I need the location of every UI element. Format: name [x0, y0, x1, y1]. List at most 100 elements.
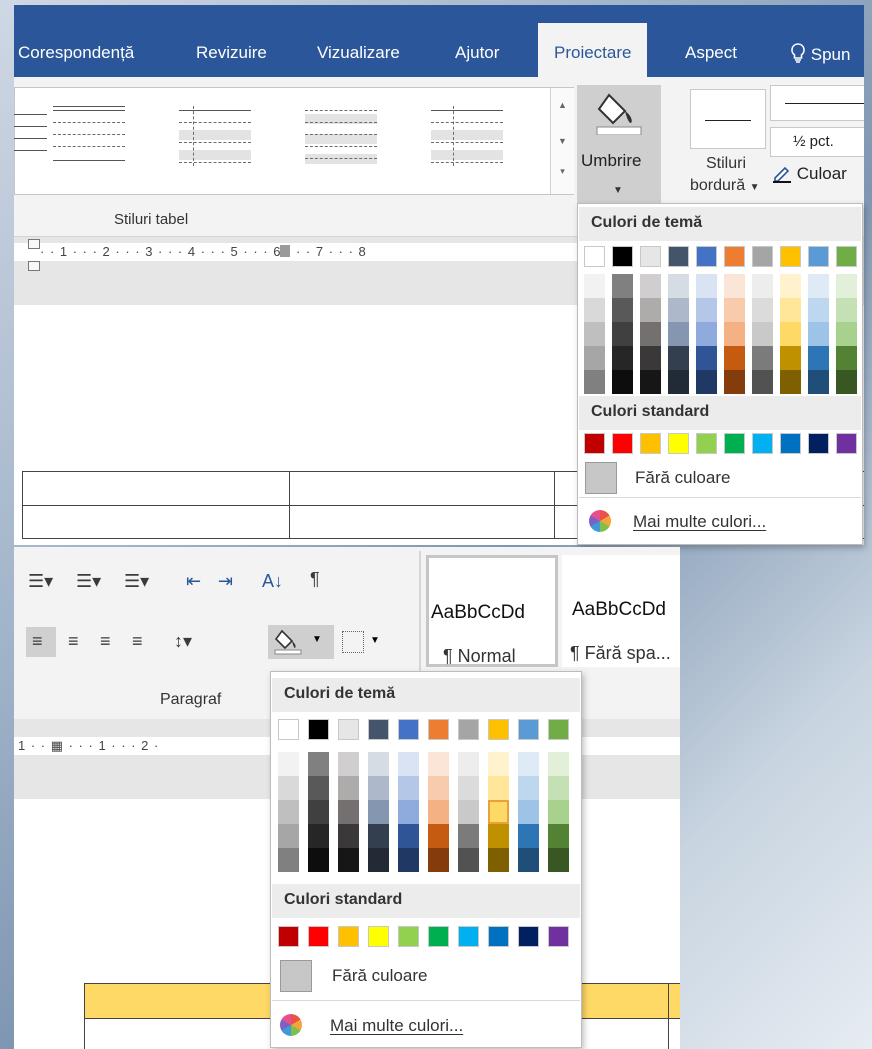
justify-button[interactable]: ≡	[132, 631, 143, 652]
line-spacing-button[interactable]: ↕▾	[174, 631, 192, 652]
table-cell[interactable]	[22, 471, 290, 506]
standard-color-swatch[interactable]	[780, 433, 801, 454]
theme-shade-swatch[interactable]	[584, 298, 605, 322]
theme-shade-swatch[interactable]	[780, 322, 801, 346]
standard-color-swatch[interactable]	[584, 433, 605, 454]
theme-shade-swatch[interactable]	[368, 824, 389, 848]
theme-shade-swatch[interactable]	[808, 370, 829, 394]
theme-shade-swatch[interactable]	[612, 370, 633, 394]
decrease-indent-button[interactable]: ⇤	[186, 571, 201, 592]
theme-shade-swatch[interactable]	[308, 752, 329, 776]
theme-shade-swatch[interactable]	[278, 752, 299, 776]
theme-color-swatch[interactable]	[752, 246, 773, 267]
theme-color-swatch[interactable]	[458, 719, 479, 740]
theme-color-swatch[interactable]	[488, 719, 509, 740]
theme-color-swatch[interactable]	[640, 246, 661, 267]
theme-color-swatch[interactable]	[368, 719, 389, 740]
theme-shade-swatch[interactable]	[668, 370, 689, 394]
tab-view[interactable]: Vizualizare	[317, 43, 400, 63]
theme-shade-swatch[interactable]	[458, 752, 479, 776]
scroll-up-icon[interactable]: ▲	[551, 100, 574, 110]
theme-shade-swatch[interactable]	[488, 824, 509, 848]
theme-color-swatch[interactable]	[696, 246, 717, 267]
theme-color-swatch[interactable]	[836, 246, 857, 267]
theme-shade-swatch[interactable]	[458, 800, 479, 824]
standard-color-swatch[interactable]	[458, 926, 479, 947]
theme-shade-swatch-selected[interactable]	[488, 800, 509, 824]
theme-shade-swatch[interactable]	[308, 800, 329, 824]
theme-shade-swatch[interactable]	[488, 752, 509, 776]
standard-color-swatch[interactable]	[518, 926, 539, 947]
theme-color-swatch[interactable]	[668, 246, 689, 267]
theme-shade-swatch[interactable]	[836, 346, 857, 370]
theme-shade-swatch[interactable]	[668, 346, 689, 370]
gallery-scrollbar[interactable]: ▲ ▼ ▾	[550, 88, 574, 194]
theme-shade-swatch[interactable]	[368, 848, 389, 872]
borders-button[interactable]: ▼	[340, 629, 384, 657]
theme-shade-swatch[interactable]	[724, 298, 745, 322]
theme-shade-swatch[interactable]	[612, 346, 633, 370]
standard-color-swatch[interactable]	[278, 926, 299, 947]
theme-shade-swatch[interactable]	[338, 800, 359, 824]
theme-color-swatch[interactable]	[612, 246, 633, 267]
table-style-thumb[interactable]	[305, 106, 377, 166]
theme-color-swatch[interactable]	[518, 719, 539, 740]
theme-shade-swatch[interactable]	[808, 298, 829, 322]
theme-shade-swatch[interactable]	[458, 776, 479, 800]
numbering-button[interactable]: ☰▾	[76, 571, 101, 592]
tab-help[interactable]: Ajutor	[455, 43, 499, 63]
theme-shade-swatch[interactable]	[278, 800, 299, 824]
style-no-spacing[interactable]: AaBbCcDd ¶ Fără spa...	[562, 555, 680, 667]
table-cell[interactable]	[22, 505, 290, 539]
theme-shade-swatch[interactable]	[780, 274, 801, 298]
theme-shade-swatch[interactable]	[696, 274, 717, 298]
theme-shade-swatch[interactable]	[398, 824, 419, 848]
theme-shade-swatch[interactable]	[836, 322, 857, 346]
theme-shade-swatch[interactable]	[398, 800, 419, 824]
theme-shade-swatch[interactable]	[368, 800, 389, 824]
theme-shade-swatch[interactable]	[308, 824, 329, 848]
scroll-down-icon[interactable]: ▼	[551, 136, 574, 146]
shading-button[interactable]: ▼	[268, 625, 334, 659]
theme-shade-swatch[interactable]	[640, 298, 661, 322]
no-color-option[interactable]: Fără culoare	[579, 460, 861, 496]
theme-shade-swatch[interactable]	[752, 274, 773, 298]
theme-shade-swatch[interactable]	[668, 298, 689, 322]
theme-shade-swatch[interactable]	[696, 298, 717, 322]
theme-shade-swatch[interactable]	[836, 298, 857, 322]
shading-button[interactable]: ▼	[577, 85, 661, 207]
column-marker[interactable]	[280, 245, 290, 257]
theme-shade-swatch[interactable]	[308, 776, 329, 800]
theme-shade-swatch[interactable]	[548, 800, 569, 824]
theme-shade-swatch[interactable]	[640, 274, 661, 298]
no-color-option[interactable]: Fără culoare	[272, 956, 580, 996]
theme-shade-swatch[interactable]	[278, 848, 299, 872]
standard-color-swatch[interactable]	[548, 926, 569, 947]
theme-shade-swatch[interactable]	[612, 322, 633, 346]
standard-color-swatch[interactable]	[398, 926, 419, 947]
theme-shade-swatch[interactable]	[752, 298, 773, 322]
theme-shade-swatch[interactable]	[458, 848, 479, 872]
theme-shade-swatch[interactable]	[458, 824, 479, 848]
theme-shade-swatch[interactable]	[428, 848, 449, 872]
theme-color-swatch[interactable]	[808, 246, 829, 267]
sort-button[interactable]: A↓	[262, 571, 283, 592]
theme-color-swatch[interactable]	[584, 246, 605, 267]
standard-color-swatch[interactable]	[488, 926, 509, 947]
theme-shade-swatch[interactable]	[428, 752, 449, 776]
standard-color-swatch[interactable]	[612, 433, 633, 454]
theme-shade-swatch[interactable]	[696, 346, 717, 370]
standard-color-swatch[interactable]	[338, 926, 359, 947]
theme-shade-swatch[interactable]	[668, 274, 689, 298]
theme-shade-swatch[interactable]	[518, 776, 539, 800]
theme-shade-swatch[interactable]	[518, 752, 539, 776]
theme-shade-swatch[interactable]	[338, 824, 359, 848]
theme-shade-swatch[interactable]	[808, 274, 829, 298]
theme-shade-swatch[interactable]	[548, 848, 569, 872]
theme-color-swatch[interactable]	[338, 719, 359, 740]
theme-shade-swatch[interactable]	[398, 752, 419, 776]
standard-color-swatch[interactable]	[836, 433, 857, 454]
theme-shade-swatch[interactable]	[338, 776, 359, 800]
align-center-button[interactable]: ≡	[68, 631, 79, 652]
table-cell[interactable]	[289, 505, 555, 539]
